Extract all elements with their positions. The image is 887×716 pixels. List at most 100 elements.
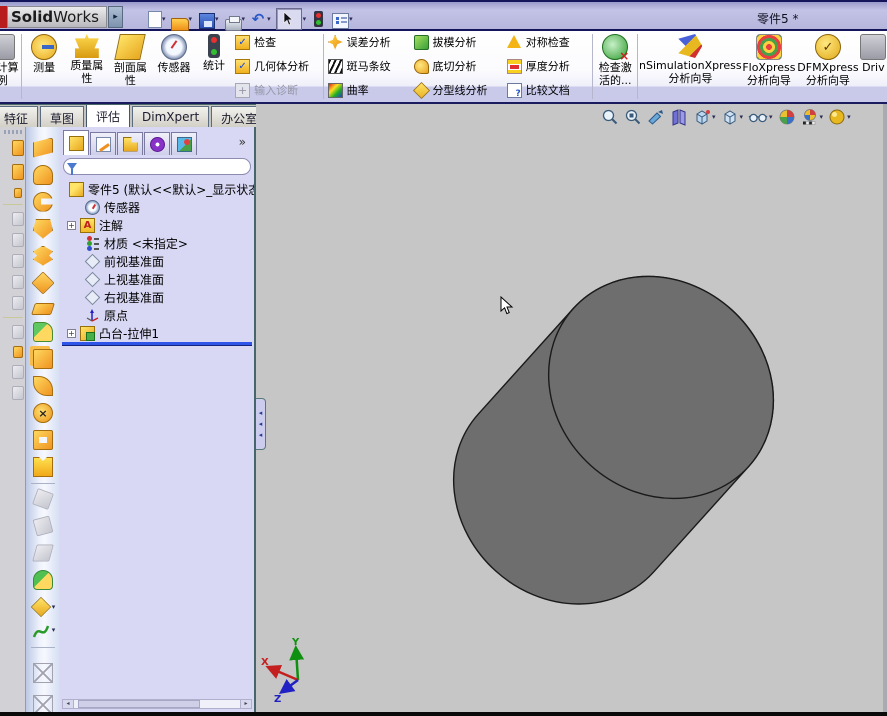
- design-study-button[interactable]: 设计算例: [0, 31, 20, 102]
- thicken-icon[interactable]: [31, 303, 55, 315]
- measure-button[interactable]: 测量: [23, 31, 65, 102]
- toolbar-grip[interactable]: [4, 130, 22, 134]
- clipped-tool-icon[interactable]: [12, 386, 24, 400]
- curvature-button[interactable]: 曲率: [327, 82, 408, 98]
- extruded-boss-icon[interactable]: [33, 137, 53, 158]
- compare-documents-button[interactable]: 比较文档: [506, 82, 589, 99]
- model-canvas[interactable]: [256, 104, 883, 713]
- linear-pattern-icon[interactable]: [33, 349, 53, 369]
- mass-properties-button[interactable]: 质量属性: [65, 31, 109, 102]
- new-document-button[interactable]: ▾: [142, 10, 168, 28]
- geometry-analysis-button[interactable]: ✓ 几何体分析: [235, 58, 319, 74]
- parting-line-analysis-button[interactable]: 分型线分析: [412, 81, 501, 99]
- symmetry-check-button[interactable]: 对称检查: [507, 34, 589, 50]
- tree-horizontal-scrollbar[interactable]: ◂ ▸: [62, 699, 252, 709]
- lofted-boss-icon[interactable]: [33, 218, 53, 239]
- scroll-right-arrow[interactable]: ▸: [240, 700, 251, 708]
- clipped-tool-icon[interactable]: [12, 254, 24, 268]
- flex-icon[interactable]: [33, 376, 53, 396]
- wrap-icon[interactable]: [31, 270, 55, 295]
- menu-expand-button[interactable]: ▸: [108, 6, 123, 28]
- rollback-bar[interactable]: [62, 342, 252, 346]
- displaymanager-tab[interactable]: [171, 132, 197, 155]
- deviation-analysis-button[interactable]: 误差分析: [327, 34, 408, 50]
- revolved-boss-icon[interactable]: [33, 164, 53, 185]
- dfmxpress-button[interactable]: ✓ DFMXpress 分析向导: [796, 31, 860, 102]
- clipped-tool-icon[interactable]: [12, 233, 24, 247]
- select-tool-button[interactable]: ▾: [274, 7, 309, 31]
- clipped-tool-icon[interactable]: [12, 212, 24, 226]
- tab-sketch[interactable]: 草图: [40, 106, 85, 127]
- statistics-button[interactable]: 统计: [196, 31, 232, 102]
- shell-icon[interactable]: [33, 430, 53, 450]
- floxpress-button[interactable]: FloXpress 分析向导: [742, 31, 797, 102]
- dimxpertmanager-tab[interactable]: [144, 132, 170, 155]
- clipped-tool-icon[interactable]: [14, 188, 22, 198]
- clipped-tool-icon[interactable]: [12, 296, 24, 310]
- print-button[interactable]: ▾: [222, 10, 248, 31]
- check-active-button[interactable]: 检查激活的...: [594, 31, 636, 102]
- featuremanager-tree-tab[interactable]: [63, 130, 89, 155]
- clipped-tool-icon[interactable]: [12, 140, 24, 156]
- undo-button[interactable]: ↶ ▾: [248, 10, 273, 28]
- boundary-boss-icon[interactable]: [33, 245, 53, 266]
- rib-icon[interactable]: [33, 457, 53, 477]
- propertymanager-tab[interactable]: [90, 132, 116, 155]
- options-button[interactable]: ▾: [329, 10, 355, 29]
- clipped-tool-icon[interactable]: [12, 275, 24, 289]
- options-caret-icon[interactable]: ▾: [349, 15, 353, 23]
- new-caret-icon[interactable]: ▾: [162, 15, 166, 23]
- sensors-button[interactable]: 传感器: [152, 31, 196, 102]
- rebuild-button[interactable]: [309, 10, 328, 28]
- tree-item-sensors[interactable]: 传感器: [60, 198, 254, 216]
- simulationxpress-button[interactable]: nSimulationXpress 分析向导: [639, 31, 742, 102]
- clipped-tool-icon[interactable]: [12, 325, 24, 339]
- fillet-icon[interactable]: [33, 322, 53, 342]
- feature-filter-input[interactable]: [80, 159, 250, 174]
- tree-item-right-plane[interactable]: 右视基准面: [60, 288, 254, 306]
- undercut-analysis-button[interactable]: 底切分析: [413, 58, 501, 74]
- tree-item-origin[interactable]: 原点: [60, 306, 254, 324]
- tree-item-top-plane[interactable]: 上视基准面: [60, 270, 254, 288]
- swept-boss-icon[interactable]: [33, 191, 53, 212]
- configurationmanager-tab[interactable]: [117, 132, 143, 155]
- thickness-analysis-button[interactable]: 厚度分析: [506, 58, 589, 74]
- open-document-button[interactable]: ▾: [169, 10, 195, 31]
- solidworks-menu-logo[interactable]: Solid Works: [7, 6, 107, 28]
- feature-filter-box[interactable]: [63, 158, 251, 175]
- tree-splitter-handle[interactable]: ◂ ◂ ◂: [256, 398, 266, 450]
- tab-features[interactable]: 特征: [0, 106, 39, 127]
- clipped-tool-icon[interactable]: [12, 365, 24, 379]
- graphics-viewport[interactable]: ▾ ▾ ▾ ▾ ▾ Y X Z ◂ ◂ ◂: [256, 104, 883, 713]
- tree-item-front-plane[interactable]: 前视基准面: [60, 252, 254, 270]
- tree-item-material[interactable]: 材质 <未指定>: [60, 234, 254, 252]
- select-caret-icon[interactable]: ▾: [303, 15, 307, 23]
- reference-geometry-icon[interactable]: [30, 596, 51, 618]
- driveworksxpress-button[interactable]: Driv: [860, 31, 887, 102]
- check-button[interactable]: ✓ 检查: [235, 34, 319, 50]
- tab-evaluate[interactable]: 评估: [86, 105, 131, 127]
- scrollbar-thumb[interactable]: [78, 700, 200, 708]
- tree-root-item[interactable]: 零件5 (默认<<默认>_显示状态: [60, 180, 254, 198]
- zebra-stripes-button[interactable]: 斑马条纹: [327, 58, 408, 74]
- featuremanager-more-chevron[interactable]: »: [239, 135, 246, 149]
- print-caret-icon[interactable]: ▾: [242, 15, 246, 23]
- clipped-tool-icon[interactable]: [12, 164, 24, 180]
- tree-item-annotations[interactable]: + A 注解: [60, 216, 254, 234]
- dome-icon[interactable]: [33, 570, 53, 590]
- expand-plus-icon[interactable]: +: [67, 220, 76, 230]
- scroll-left-arrow[interactable]: ◂: [63, 700, 74, 708]
- hole-wizard-icon[interactable]: ×: [33, 403, 53, 423]
- expand-plus-icon[interactable]: +: [67, 328, 76, 338]
- undo-caret-icon[interactable]: ▾: [267, 15, 271, 23]
- reference-geometry-caret-icon[interactable]: ▾: [52, 603, 56, 611]
- curves-caret-icon[interactable]: ▾: [52, 627, 56, 634]
- save-caret-icon[interactable]: ▾: [215, 15, 219, 23]
- clipped-tool-icon[interactable]: [13, 346, 23, 358]
- tab-dimxpert[interactable]: DimXpert: [132, 106, 210, 127]
- save-button[interactable]: ▾: [195, 10, 221, 29]
- curves-icon[interactable]: [31, 621, 51, 641]
- section-properties-button[interactable]: 剖面属性: [109, 31, 153, 102]
- draft-analysis-button[interactable]: 拔模分析: [413, 34, 501, 50]
- open-caret-icon[interactable]: ▾: [189, 15, 193, 23]
